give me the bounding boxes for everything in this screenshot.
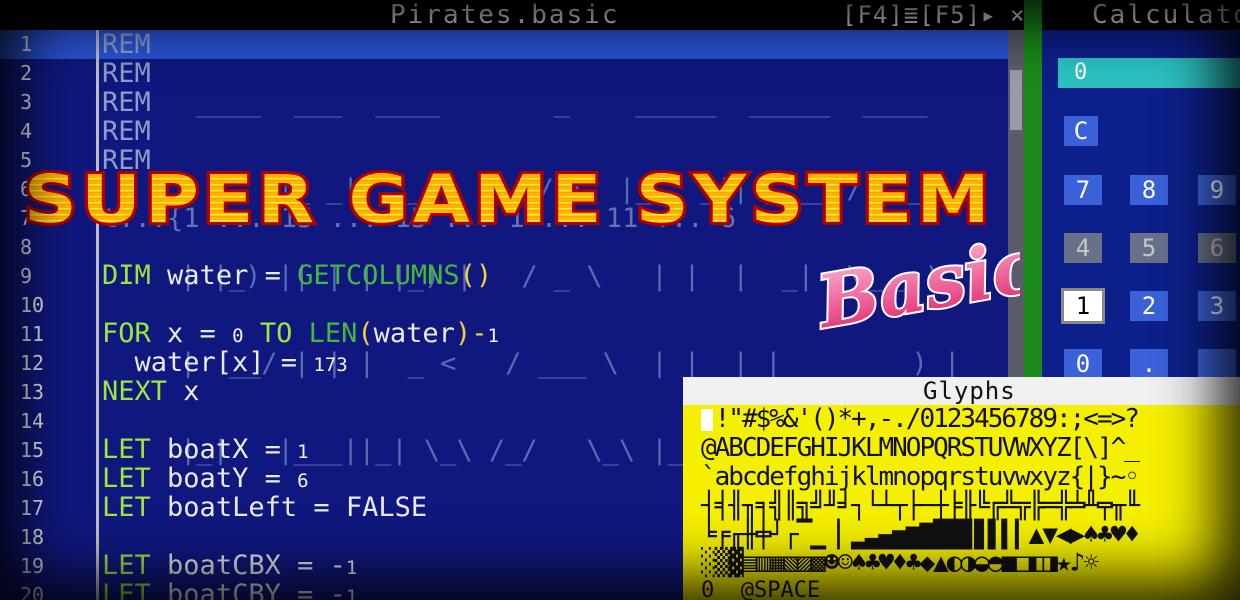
number-literal: 1: [345, 586, 358, 600]
line-number: 15: [20, 438, 45, 462]
digit-3-button[interactable]: 3: [1198, 291, 1236, 321]
glyph-row[interactable]: `abcdefghijklmnopqrstuvwxyz{|}~◦: [701, 463, 1140, 491]
calculator-title: Calculator: [1092, 0, 1240, 30]
digit-9-button[interactable]: 9: [1198, 175, 1236, 205]
decimal-point-button[interactable]: .: [1130, 349, 1168, 379]
glyphs-window: Glyphs !"#$%&'()*+,-./0123456789:;<=>? @…: [683, 377, 1240, 600]
digit-8-button[interactable]: 8: [1130, 175, 1168, 205]
keyword: LET: [102, 579, 151, 600]
line-number: 18: [20, 525, 45, 549]
calculator-display-value: 0: [1074, 60, 1088, 85]
number-literal: 1: [345, 557, 358, 579]
line-number: 4: [20, 119, 33, 143]
digit-5-button[interactable]: 5: [1130, 233, 1168, 263]
calculator-button[interactable]: [1198, 349, 1236, 379]
digit-1-button[interactable]: 1: [1061, 288, 1105, 324]
line-number: 19: [20, 554, 45, 578]
keyword: LET: [102, 492, 151, 523]
function-key-hints[interactable]: [F4]≣[F5]▸: [842, 0, 997, 30]
glyph-row[interactable]: ░▒▓▤▥▦▧▨▩☻☺♠♣♥♦♣◆▲◐◑◒◓■□◧◨★♪☼: [701, 549, 1099, 577]
glyph-row[interactable]: ╘╒╓╫╪┘┌▔▁▕▏▂▃▄▅▆▇█▉▊▋▌▍▎▲▼◀▶♠♣♥♦: [701, 521, 1140, 549]
digit-0-button[interactable]: 0: [1064, 349, 1102, 379]
code-text: boatY =: [167, 463, 281, 494]
glyph-row[interactable]: @ABCDEFGHIJKLMNOPQRSTUVWXYZ[\]^_: [701, 434, 1140, 462]
number-literal: 6: [297, 470, 309, 492]
code-text: boatX =: [167, 434, 281, 465]
digit-4-button[interactable]: 4: [1064, 233, 1102, 263]
line-number: 16: [20, 467, 45, 491]
digit-7-button[interactable]: 7: [1064, 175, 1102, 205]
calculator-display: 0: [1058, 58, 1240, 88]
digit-6-button[interactable]: 6: [1198, 233, 1236, 263]
code-text: boatCBY = -: [167, 579, 346, 600]
scrollbar-thumb[interactable]: [1010, 70, 1022, 130]
calculator-titlebar: Calculator: [1042, 0, 1240, 30]
editor-titlebar: Pirates.basic [F4]≣[F5]▸ ×: [0, 0, 1040, 30]
line-number: 20: [20, 583, 45, 600]
line-number: 17: [20, 496, 45, 520]
number-literal: 1: [297, 441, 309, 463]
digit-2-button[interactable]: 2: [1130, 291, 1168, 321]
ascii-art-line: ____ ___ ____ _ _____ _____ ____: [180, 87, 928, 118]
keyword: LET: [102, 463, 151, 494]
keyword: LET: [102, 550, 151, 581]
line-number: 14: [20, 409, 45, 433]
line-number: 3: [20, 90, 33, 114]
clear-button[interactable]: C: [1064, 116, 1098, 146]
line-number: 1: [20, 32, 33, 56]
logo-title: SUPER GAME SYSTEM: [24, 161, 994, 238]
logo-subtitle: Basic: [809, 223, 1020, 345]
glyph-row[interactable]: ┤╡╢╖╕╣║╗╝╜╛┐└┴┬├─┼╞╟╚╔╩╦╠═╬╧╨╤╥╙: [701, 492, 1140, 520]
code-text: boatCBX = -: [167, 550, 346, 581]
code-text: boatLeft = FALSE: [167, 492, 428, 523]
glyph-status: 0 @SPACE: [701, 578, 821, 600]
editor-title: Pirates.basic: [390, 0, 620, 30]
close-icon[interactable]: ×: [1010, 0, 1024, 30]
super-game-system-logo: SUPER GAME SYSTEM Basic: [21, 160, 1020, 347]
keyword: LET: [102, 434, 151, 465]
line-number: 2: [20, 61, 33, 85]
glyph-row[interactable]: !"#$%&'()*+,-./0123456789:;<=>?: [701, 405, 1140, 433]
